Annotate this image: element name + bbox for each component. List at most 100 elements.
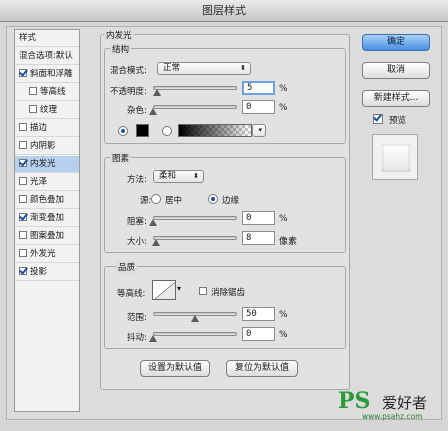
style-item-label: 纹理 — [40, 105, 58, 115]
blend-mode-select[interactable]: 正常 ⬍ — [157, 62, 251, 75]
blend-options-item[interactable]: 混合选项:默认 — [15, 48, 79, 65]
style-item-checkbox[interactable] — [19, 249, 27, 257]
choke-slider-thumb[interactable] — [149, 219, 157, 226]
choke-input[interactable]: 0 — [242, 211, 275, 225]
style-item[interactable]: 图案叠加 — [15, 228, 79, 245]
size-unit: 像素 — [279, 237, 298, 247]
new-style-button[interactable]: 新建样式... — [362, 90, 430, 107]
glow-gradient-radio[interactable] — [162, 126, 172, 136]
contour-curve-icon — [154, 282, 175, 299]
style-list-header[interactable]: 样式 — [15, 30, 79, 47]
style-item-checkbox[interactable] — [19, 267, 27, 275]
style-item[interactable]: 描边 — [15, 120, 79, 137]
style-item-checkbox[interactable] — [29, 87, 37, 95]
preview-swatch — [382, 144, 410, 172]
noise-label: 杂色: — [127, 106, 147, 116]
choke-unit: % — [279, 214, 288, 224]
quality-title: 品质 — [116, 261, 138, 273]
style-item-label: 图案叠加 — [30, 231, 65, 241]
range-unit: % — [279, 310, 288, 320]
style-item-checkbox[interactable] — [19, 231, 27, 239]
jitter-unit: % — [279, 330, 288, 340]
style-item[interactable]: 外发光 — [15, 246, 79, 263]
style-item[interactable]: 斜面和浮雕 — [15, 66, 79, 83]
watermark-text: 爱好者 — [382, 394, 428, 412]
style-item-checkbox[interactable] — [19, 69, 27, 77]
noise-unit: % — [279, 103, 288, 113]
style-item-checkbox[interactable] — [19, 195, 27, 203]
style-item-checkbox[interactable] — [19, 213, 27, 221]
style-item-label: 等高线 — [40, 87, 66, 97]
select-arrows-icon: ⬍ — [193, 172, 199, 180]
opacity-label: 不透明度: — [110, 87, 147, 97]
anti-alias-checkbox[interactable] — [199, 287, 207, 295]
source-edge-radio[interactable] — [208, 194, 218, 204]
style-item-checkbox[interactable] — [19, 141, 27, 149]
gradient-dropdown[interactable]: ▾ — [252, 124, 266, 137]
source-edge-label: 边缘 — [222, 196, 240, 206]
opacity-slider[interactable] — [153, 86, 237, 90]
style-item-label: 渐变叠加 — [30, 213, 65, 223]
opacity-input[interactable]: 5 — [242, 81, 275, 95]
method-value: 柔和 — [159, 171, 177, 181]
cancel-button[interactable]: 取消 — [362, 62, 430, 79]
noise-slider-thumb[interactable] — [149, 108, 157, 115]
select-arrows-icon: ⬍ — [240, 64, 246, 72]
watermark-logo: PS — [338, 388, 371, 414]
set-default-button[interactable]: 设置为默认值 — [140, 360, 210, 377]
noise-input[interactable]: 0 — [242, 100, 275, 114]
size-input[interactable]: 8 — [242, 231, 275, 245]
style-item[interactable]: 光泽 — [15, 174, 79, 191]
jitter-label: 抖动: — [127, 333, 147, 343]
ok-button[interactable]: 确定 — [362, 34, 430, 51]
method-label: 方法: — [127, 175, 147, 185]
method-select[interactable]: 柔和 ⬍ — [153, 170, 204, 183]
style-item[interactable]: 投影 — [15, 264, 79, 281]
jitter-slider-thumb[interactable] — [149, 335, 157, 342]
blend-mode-value: 正常 — [163, 63, 181, 73]
style-item-label: 内阴影 — [30, 141, 56, 151]
reset-default-button[interactable]: 复位为默认值 — [226, 360, 298, 377]
dropdown-arrow-icon: ▾ — [258, 126, 262, 134]
style-item[interactable]: 等高线 — [15, 84, 79, 101]
contour-picker[interactable] — [152, 280, 176, 300]
watermark-url: www.psahz.com — [362, 412, 423, 421]
jitter-slider[interactable] — [153, 332, 237, 336]
choke-slider[interactable] — [153, 216, 237, 220]
style-item[interactable]: 纹理 — [15, 102, 79, 119]
size-label: 大小: — [127, 237, 147, 247]
style-item-checkbox[interactable] — [19, 177, 27, 185]
style-item-checkbox[interactable] — [19, 123, 27, 131]
style-item[interactable]: 渐变叠加 — [15, 210, 79, 227]
style-item-checkbox[interactable] — [19, 159, 27, 167]
source-center-radio[interactable] — [151, 194, 161, 204]
noise-slider[interactable] — [153, 105, 237, 109]
style-item-label: 内发光 — [30, 159, 56, 169]
anti-alias-label: 消除锯齿 — [211, 288, 246, 298]
opacity-unit: % — [279, 84, 288, 94]
size-slider-thumb[interactable] — [151, 239, 160, 246]
style-item[interactable]: 内发光 — [15, 156, 79, 173]
choke-label: 阻塞: — [127, 217, 147, 227]
contour-label: 等高线: — [117, 289, 146, 299]
range-input[interactable]: 50 — [242, 307, 275, 321]
source-label: 源: — [140, 196, 152, 206]
size-slider[interactable] — [153, 236, 237, 240]
watermark: PS 爱好者 www.psahz.com — [338, 388, 442, 421]
contour-dropdown-icon[interactable]: ▾ — [177, 284, 181, 293]
style-item[interactable]: 内阴影 — [15, 138, 79, 155]
style-item-checkbox[interactable] — [29, 105, 37, 113]
glow-gradient-bar[interactable] — [178, 124, 252, 137]
jitter-input[interactable]: 0 — [242, 327, 275, 341]
style-preview — [372, 134, 418, 180]
range-slider-thumb[interactable] — [191, 315, 199, 322]
opacity-slider-thumb[interactable] — [153, 89, 162, 96]
glow-color-radio[interactable] — [118, 126, 128, 136]
style-item[interactable]: 颜色叠加 — [15, 192, 79, 209]
style-item-label: 投影 — [30, 267, 48, 277]
preview-checkbox[interactable] — [373, 114, 383, 124]
style-item-label: 描边 — [30, 123, 48, 133]
glow-color-swatch[interactable] — [136, 124, 149, 137]
range-label: 范围: — [127, 313, 147, 323]
blend-mode-label: 混合模式: — [110, 66, 147, 76]
